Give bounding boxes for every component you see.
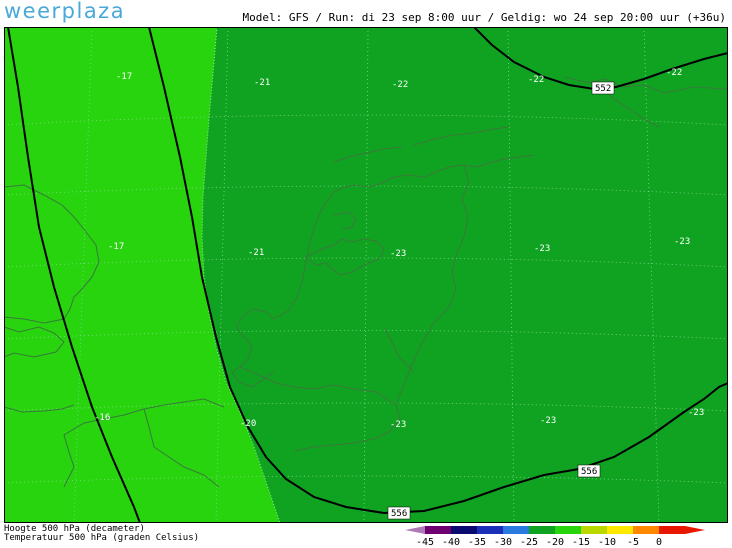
scale-tick: -15 <box>572 537 590 547</box>
scale-tick: -35 <box>468 537 486 547</box>
scale-segment <box>529 526 555 534</box>
scale-tick: -10 <box>598 537 616 547</box>
temperature-label: -21 <box>248 248 264 258</box>
scale-tick: 0 <box>656 537 662 547</box>
scale-left-arrow <box>405 526 425 534</box>
temperature-color-scale: -45 -40 -35 -30 -25 -20 -15 -10 -5 0 <box>405 526 705 547</box>
contour-label: 556 <box>581 467 597 477</box>
scale-segment <box>555 526 581 534</box>
scale-tick: -30 <box>494 537 512 547</box>
header: weerplaza Model: GFS / Run: di 23 sep 8:… <box>0 0 732 26</box>
temperature-label: -23 <box>390 249 406 259</box>
temperature-label: -23 <box>540 416 556 426</box>
scale-tick: -5 <box>627 537 639 547</box>
contour-label: 552 <box>595 84 611 94</box>
temperature-label: -23 <box>674 237 690 247</box>
scale-right-arrow <box>685 526 705 534</box>
temperature-label: -20 <box>240 419 256 429</box>
temperature-label: -23 <box>534 244 550 254</box>
weather-map: 552 556 556 -17 -21 -22 -22 -22 -17 -21 … <box>4 27 728 523</box>
scale-segment <box>581 526 607 534</box>
temperature-description: Temperatuur 500 hPa (graden Celsius) <box>4 533 200 543</box>
temperature-label: -17 <box>108 242 124 252</box>
contour-label: 556 <box>391 509 407 519</box>
temperature-label: -16 <box>94 413 110 423</box>
scale-tick: -45 <box>416 537 434 547</box>
scale-segment <box>425 526 451 534</box>
scale-tick: -20 <box>546 537 564 547</box>
cold-zone <box>202 27 728 523</box>
model-run-info: Model: GFS / Run: di 23 sep 8:00 uur / G… <box>242 11 726 24</box>
scale-segment <box>503 526 529 534</box>
scale-tick: -25 <box>520 537 538 547</box>
scale-segment <box>659 526 685 534</box>
temperature-label: -17 <box>116 72 132 82</box>
weerplaza-logo[interactable]: weerplaza <box>4 0 125 23</box>
temperature-label: -21 <box>254 78 270 88</box>
temperature-label: -23 <box>688 408 704 418</box>
temperature-label: -22 <box>392 80 408 90</box>
temperature-label: -22 <box>528 75 544 85</box>
scale-segment <box>477 526 503 534</box>
scale-segment <box>633 526 659 534</box>
map-description: Hoogte 500 hPa (decameter) Temperatuur 5… <box>4 525 199 543</box>
scale-ticks: -45 -40 -35 -30 -25 -20 -15 -10 -5 0 <box>416 537 662 547</box>
scale-segment <box>607 526 633 534</box>
temperature-label: -22 <box>666 68 682 78</box>
scale-segment <box>451 526 477 534</box>
scale-tick: -40 <box>442 537 460 547</box>
temperature-label: -23 <box>390 420 406 430</box>
